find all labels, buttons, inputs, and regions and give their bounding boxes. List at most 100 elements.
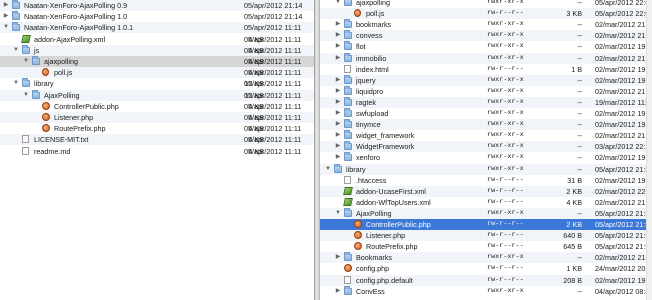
file-row[interactable]: Listener.php 4 KB 05/apr/2012 11:11 (0, 112, 314, 123)
disclosure-closed-icon[interactable]: ▶ (334, 53, 342, 64)
file-row[interactable]: poll.js 4 KB 05/apr/2012 11:11 (0, 67, 314, 79)
disclosure-open-icon[interactable]: ▼ (12, 45, 20, 56)
folder-row[interactable]: ▶ Bookmarks rwxr-xr-x -- 02/mar/2012 21:33 (320, 252, 652, 264)
file-name: RoutePrefix.php (366, 242, 418, 252)
file-name: flot (356, 42, 366, 52)
folder-row[interactable]: ▼ Naatan-XenForo-AjaxPolling 1.0.1 05/apr/… (0, 22, 314, 34)
disclosure-closed-icon[interactable]: ▶ (334, 41, 342, 52)
folder-row[interactable]: ▼ AjaxPolling 12 KB 05/apr/2012 11:11 (0, 89, 314, 101)
folder-icon (22, 44, 30, 54)
disclosure-closed-icon[interactable]: ▶ (2, 11, 10, 22)
file-row[interactable]: ControllerPublic.php 4 KB 05/apr/2012 11:1… (0, 101, 314, 112)
disclosure-closed-icon[interactable]: ▶ (334, 119, 342, 130)
disclosure-closed-icon[interactable]: ▶ (334, 141, 342, 152)
file-row[interactable]: addon-WfTopUsers.xml rw-r--r-- 4 KB 02/mar/… (320, 197, 652, 208)
file-row[interactable]: readme.md 4 KB 05/apr/2012 11:11 (0, 146, 314, 157)
disclosure-closed-icon[interactable]: ▶ (334, 108, 342, 119)
disclosure-closed-icon[interactable]: ▶ (2, 0, 10, 11)
file-date: 05/apr/2012 11:11 (244, 90, 302, 100)
file-name: Listener.php (366, 231, 406, 241)
disclosure-open-icon[interactable]: ▼ (334, 0, 342, 8)
file-row[interactable]: .htaccess rw-r--r-- 31 B 02/mar/2012 19:00 (320, 175, 652, 186)
file-name: Naatan-XenForo-AjaxPolling 0.9 (24, 1, 128, 10)
folder-row[interactable]: ▼ AjaxPolling rwxr-xr-x -- 05/apr/2012 21:58 (320, 207, 652, 219)
file-row[interactable]: LICENSE-MIT.txt 4 KB 05/apr/2012 11:11 (0, 134, 314, 146)
file-permissions: rwxr-xr-x (487, 286, 524, 295)
folder-row[interactable]: ▼ js 4 KB 05/apr/2012 11:11 (0, 44, 314, 56)
file-permissions: rw-r--r-- (487, 231, 524, 240)
folder-row[interactable]: ▼ ajaxpolling 4 KB 05/apr/2012 11:11 (0, 56, 314, 67)
folder-row[interactable]: ▶ immobilio rwxr-xr-x -- 02/mar/2012 21:45 (320, 52, 652, 64)
disclosure-closed-icon[interactable]: ▶ (334, 75, 342, 86)
file-name: library (34, 79, 54, 89)
disclosure-closed-icon[interactable]: ▶ (334, 252, 342, 263)
disclosure-closed-icon[interactable]: ▶ (334, 97, 342, 108)
folder-icon (12, 0, 20, 9)
folder-row[interactable]: ▼ ajaxpolling rwxr-xr-x -- 05/apr/2012 22:08 (320, 0, 652, 8)
disclosure-open-icon[interactable]: ▼ (2, 22, 10, 33)
file-row[interactable]: ControllerPublic.php rw-r--r-- 2 KB 05/apr/… (320, 219, 652, 230)
folder-row[interactable]: ▶ WidgetFramework rwxr-xr-x -- 03/apr/2012 2… (320, 141, 652, 153)
file-size: -- (577, 109, 582, 118)
disclosure-closed-icon[interactable]: ▶ (334, 86, 342, 97)
folder-icon (344, 19, 352, 29)
disclosure-closed-icon[interactable]: ▶ (334, 30, 342, 41)
disclosure-closed-icon[interactable]: ▶ (334, 19, 342, 30)
file-row[interactable]: addon-AjaxPolling.xml 4 KB 05/apr/2012 11:… (0, 34, 314, 45)
folder-row[interactable]: ▶ widget_framework rwxr-xr-x -- 02/mar/2012 … (320, 130, 652, 141)
file-row[interactable]: index.html rw-r--r-- 1 B 02/mar/2012 19:01 (320, 64, 652, 75)
file-date: 02/mar/2012 21:45 (595, 53, 652, 63)
disclosure-closed-icon[interactable]: ▶ (334, 130, 342, 141)
folder-row[interactable]: ▶ ragtek rwxr-xr-x -- 19/mar/2012 11:39 (320, 96, 652, 108)
text-file-icon (344, 64, 351, 73)
folder-row[interactable]: ▶ jquery rwxr-xr-x -- 02/mar/2012 19:01 (320, 74, 652, 86)
folder-icon (344, 74, 352, 84)
folder-row[interactable]: ▶ ConvEss rwxr-xr-x -- 04/apr/2012 08:46 (320, 285, 652, 297)
folder-row[interactable]: ▶ xenforo rwxr-xr-x -- 02/mar/2012 19:02 (320, 152, 652, 163)
folder-icon (344, 130, 352, 140)
folder-row[interactable]: ▶ flot rwxr-xr-x -- 02/mar/2012 19:01 (320, 41, 652, 52)
file-row[interactable]: config.php rw-r--r-- 1 KB 24/mar/2012 20:22 (320, 263, 652, 274)
file-name: swfupload (356, 109, 389, 118)
folder-row[interactable]: ▶ Naatan-XenForo-AjaxPolling 0.9 05/apr/20… (0, 0, 314, 11)
folder-row[interactable]: ▶ convess rwxr-xr-x -- 02/mar/2012 21:35 (320, 30, 652, 42)
file-permissions: rwxr-xr-x (487, 97, 524, 106)
file-name: Bookmarks (356, 253, 392, 263)
disclosure-closed-icon[interactable]: ▶ (334, 286, 342, 297)
text-file-icon (344, 175, 351, 184)
file-name: ConvEss (356, 286, 385, 296)
disclosure-open-icon[interactable]: ▼ (22, 90, 30, 101)
file-size: 2 KB (566, 186, 582, 196)
folder-icon (12, 22, 20, 32)
file-row[interactable]: addon-UcaseFirst.xml rw-r--r-- 2 KB 02/mar/… (320, 185, 652, 197)
file-name: ragtek (356, 97, 376, 107)
disclosure-open-icon[interactable]: ▼ (22, 56, 30, 67)
file-row[interactable]: Listener.php rw-r--r-- 640 B 05/apr/2012 21… (320, 230, 652, 242)
file-permissions: rwxr-xr-x (487, 42, 524, 51)
disclosure-open-icon[interactable]: ▼ (324, 164, 332, 175)
xml-file-icon (343, 197, 353, 206)
vertical-scrollbar[interactable] (646, 0, 652, 300)
file-name: index.html (356, 64, 389, 74)
file-row[interactable]: RoutePrefix.php rw-r--r-- 645 B 05/apr/2012… (320, 241, 652, 252)
folder-row[interactable]: ▶ swfupload rwxr-xr-x -- 02/mar/2012 19:01 (320, 108, 652, 119)
folder-row[interactable]: ▶ liquidpro rwxr-xr-x -- 02/mar/2012 21:51 (320, 85, 652, 97)
disclosure-open-icon[interactable]: ▼ (12, 78, 20, 89)
disclosure-closed-icon[interactable]: ▶ (334, 152, 342, 163)
file-size: -- (577, 142, 582, 152)
file-row[interactable]: RoutePrefix.php 4 KB 05/apr/2012 11:11 (0, 123, 314, 134)
disclosure-open-icon[interactable]: ▼ (334, 208, 342, 219)
file-row[interactable]: config.php.default rw-r--r-- 208 B 02/mar/2… (320, 274, 652, 286)
folder-row[interactable]: ▶ bookmarks rwxr-xr-x -- 02/mar/2012 21:33 (320, 19, 652, 30)
folder-row[interactable]: ▼ library 12 KB 05/apr/2012 11:11 (0, 78, 314, 89)
folder-row[interactable]: ▶ Naatan-XenForo-AjaxPolling 1.0 05/apr/20… (0, 11, 314, 22)
folder-icon (32, 56, 40, 65)
folder-row[interactable]: ▼ library rwxr-xr-x -- 05/apr/2012 21:58 (320, 163, 652, 175)
file-size: -- (577, 0, 582, 7)
file-row[interactable]: poll.js rw-r--r-- 3 KB 05/apr/2012 22:08 (320, 8, 652, 20)
text-file-icon (344, 275, 351, 284)
folder-icon (344, 96, 352, 106)
folder-row[interactable]: ▶ tinymce rwxr-xr-x -- 02/mar/2012 19:01 (320, 119, 652, 131)
file-date: 02/mar/2012 19:01 (595, 64, 652, 74)
file-date: 05/apr/2012 11:11 (244, 101, 302, 111)
